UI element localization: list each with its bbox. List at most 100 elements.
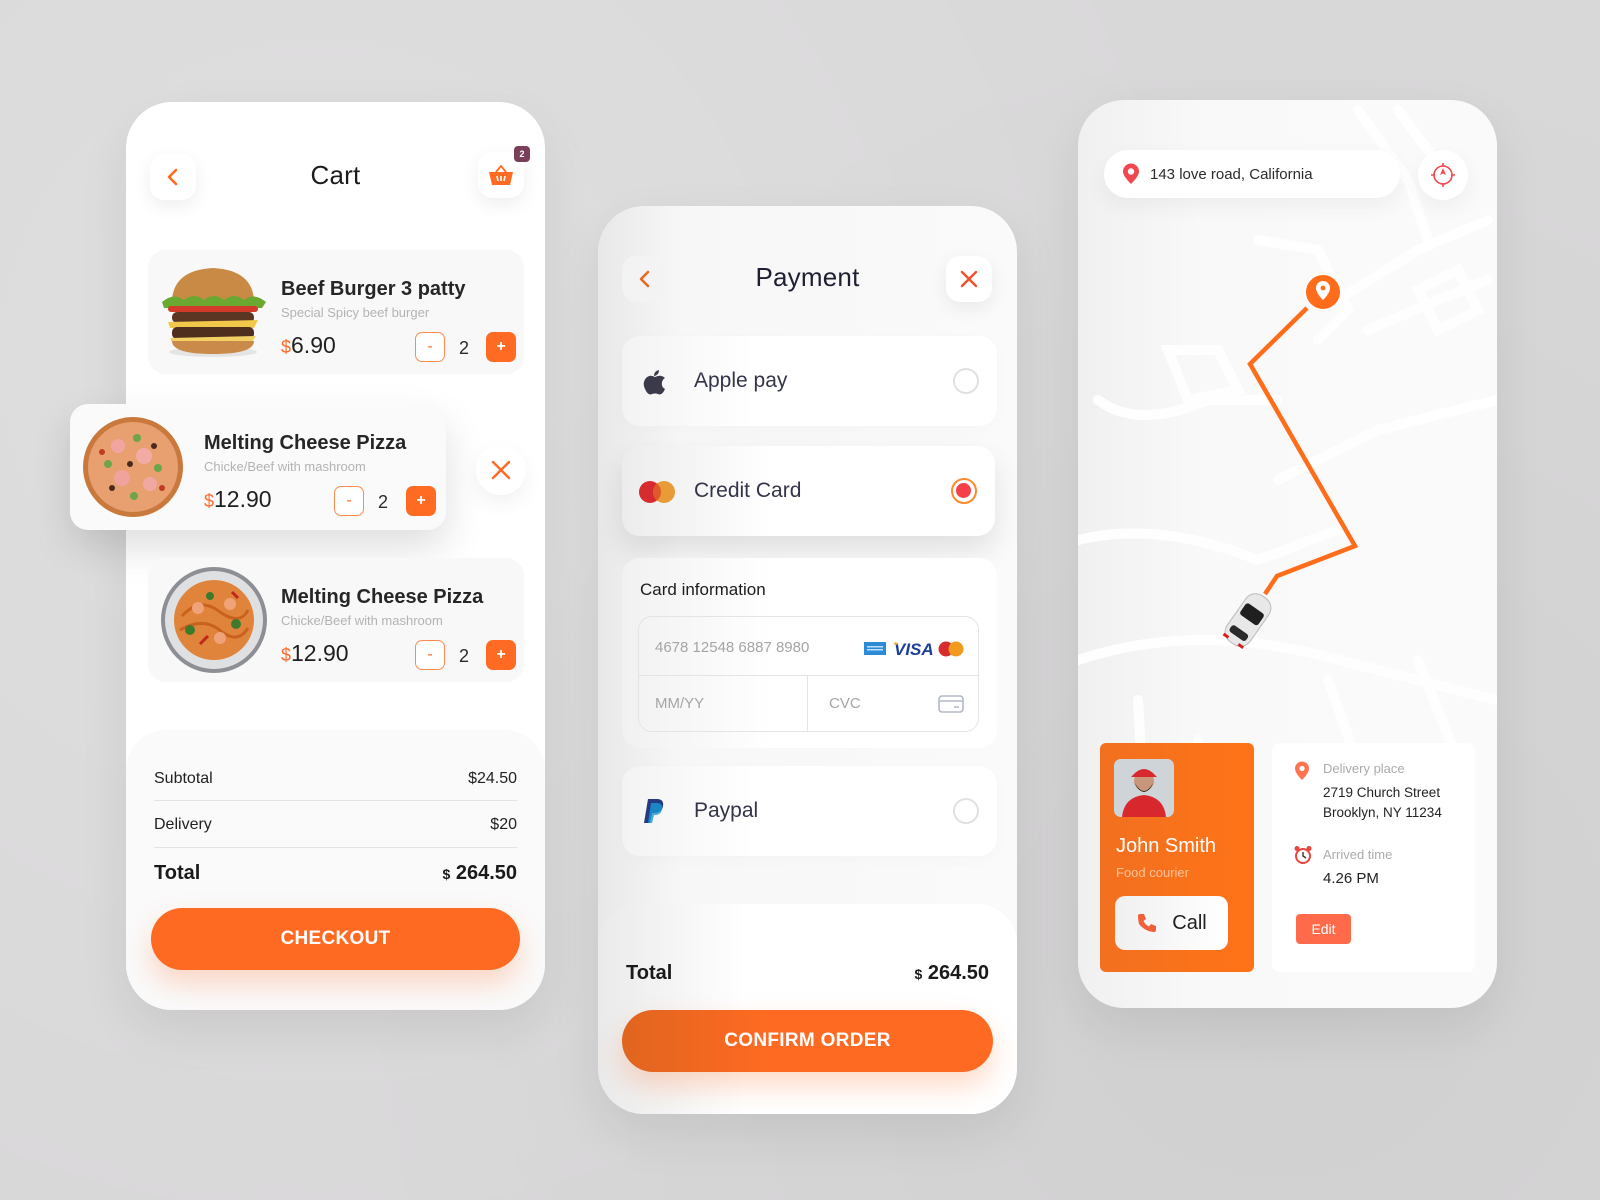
increase-quantity-button[interactable]: +	[486, 332, 516, 362]
cart-item[interactable]: Melting Cheese Pizza Chicke/Beef with ma…	[148, 558, 524, 682]
locate-me-button[interactable]	[1418, 150, 1468, 200]
total-row: Total $ 264.50	[626, 962, 989, 985]
payment-option-credit-card[interactable]: Credit Card	[622, 446, 995, 536]
phone-icon	[1138, 914, 1157, 932]
delivery-info-card: Delivery place 2719 Church Street Brookl…	[1272, 743, 1475, 972]
radio-unselected[interactable]	[953, 798, 979, 824]
burger-image	[162, 268, 266, 357]
order-tracking-screen: 143 love road, California John Smith Foo…	[1078, 100, 1497, 1008]
payment-screen: Payment Apple pay Credit Card Card infor…	[598, 206, 1017, 1114]
divider	[154, 800, 517, 801]
location-pin-icon	[1123, 163, 1139, 184]
address-text: 143 love road, California	[1150, 165, 1313, 183]
total-currency: $	[914, 966, 923, 982]
payment-option-label: Paypal	[694, 799, 759, 822]
increase-quantity-button[interactable]: +	[486, 640, 516, 670]
card-form: 4678 12548 6887 8980 VISA MM/YY CVC	[638, 616, 979, 732]
item-description: Chicke/Beef with mashroom	[204, 459, 366, 474]
close-icon	[960, 270, 978, 288]
decrease-quantity-button[interactable]: -	[334, 486, 364, 516]
subtotal-row: Subtotal $24.50	[154, 770, 517, 788]
payment-option-paypal[interactable]: Paypal	[622, 766, 997, 856]
destination-pin-icon	[1304, 273, 1342, 311]
radio-unselected[interactable]	[953, 368, 979, 394]
payment-summary: Total $ 264.50 CONFIRM ORDER	[598, 904, 1017, 1114]
arrived-time-value: 4.26 PM	[1323, 870, 1379, 887]
total-amount: 264.50	[455, 862, 517, 884]
divider	[154, 847, 517, 848]
payment-option-label: Credit Card	[694, 479, 802, 502]
quantity-value: 2	[458, 646, 469, 666]
cvc-input[interactable]: CVC	[829, 695, 861, 712]
delivery-value: $20	[490, 816, 517, 833]
subtotal-value: $24.50	[468, 770, 517, 787]
cart-screen: Cart 2 Beef Burger 3 patty Special Spicy…	[70, 102, 545, 1010]
item-description: Special Spicy beef burger	[281, 305, 430, 320]
total-label: Total	[154, 862, 201, 884]
paypal-icon	[644, 799, 664, 823]
remove-item-button[interactable]	[476, 445, 526, 495]
currency-symbol: $	[281, 645, 292, 665]
arrived-time-label: Arrived time	[1323, 847, 1393, 862]
item-price: $12.90	[281, 640, 349, 667]
radio-selected[interactable]	[951, 478, 977, 504]
divider	[807, 675, 808, 731]
quantity-value: 2	[377, 492, 388, 512]
price-value: 6.90	[291, 332, 336, 358]
pasta-image	[161, 567, 267, 673]
card-brands-icons: VISA	[864, 640, 964, 657]
alarm-clock-icon	[1294, 846, 1312, 864]
price-value: 12.90	[214, 486, 272, 512]
order-summary: Subtotal $24.50 Delivery $20 Total $ 264…	[126, 730, 545, 1010]
delivery-label: Delivery	[154, 816, 212, 833]
price-value: 12.90	[291, 640, 349, 666]
delivery-row: Delivery $20	[154, 816, 517, 834]
mastercard-icon	[639, 481, 675, 503]
apple-icon	[643, 370, 665, 395]
edit-button[interactable]: Edit	[1296, 914, 1351, 944]
delivery-address-line2: Brooklyn, NY 11234	[1323, 805, 1442, 820]
call-courier-button[interactable]: Call	[1115, 896, 1228, 950]
courier-card: John Smith Food courier Call	[1100, 743, 1254, 972]
basket-icon	[489, 164, 513, 185]
location-pin-icon	[1295, 761, 1309, 780]
quantity-value: 2	[458, 338, 469, 358]
total-value: $ 264.50	[442, 862, 517, 885]
delivery-address-line1: 2719 Church Street	[1323, 785, 1441, 800]
courier-avatar	[1114, 759, 1174, 817]
amex-icon	[864, 642, 886, 655]
cart-count-badge: 2	[514, 146, 530, 162]
total-amount: 264.50	[927, 962, 989, 984]
decrease-quantity-button[interactable]: -	[415, 640, 445, 670]
courier-photo-image	[1114, 759, 1174, 817]
basket-button[interactable]: 2	[478, 146, 530, 198]
courier-role: Food courier	[1116, 865, 1189, 880]
card-information-section: Card information 4678 12548 6887 8980 VI…	[622, 558, 997, 748]
checkout-button[interactable]: CHECKOUT	[151, 908, 520, 970]
currency-symbol: $	[281, 337, 292, 357]
cart-item[interactable]: Beef Burger 3 patty Special Spicy beef b…	[148, 250, 524, 374]
visa-icon: VISA	[894, 640, 934, 657]
payment-option-label: Apple pay	[694, 369, 788, 392]
item-price: $12.90	[204, 486, 272, 513]
decrease-quantity-button[interactable]: -	[415, 332, 445, 362]
total-currency: $	[442, 866, 451, 882]
crosshair-icon	[1431, 163, 1455, 187]
increase-quantity-button[interactable]: +	[406, 486, 436, 516]
payment-option-apple-pay[interactable]: Apple pay	[622, 336, 997, 426]
card-number-input[interactable]: 4678 12548 6887 8980	[655, 639, 809, 656]
courier-name: John Smith	[1116, 835, 1217, 857]
close-button[interactable]	[946, 256, 992, 302]
total-row: Total $ 264.50	[154, 862, 517, 885]
delivery-address-bar[interactable]: 143 love road, California	[1104, 150, 1400, 198]
close-icon	[491, 460, 511, 480]
currency-symbol: $	[204, 491, 215, 511]
card-icon	[938, 695, 964, 713]
expiry-input[interactable]: MM/YY	[655, 695, 704, 712]
pizza-image	[83, 417, 183, 517]
cart-item-swiped[interactable]: Melting Cheese Pizza Chicke/Beef with ma…	[70, 404, 446, 530]
total-label: Total	[626, 962, 673, 984]
item-price: $6.90	[281, 332, 336, 359]
divider	[639, 675, 978, 676]
confirm-order-button[interactable]: CONFIRM ORDER	[622, 1010, 993, 1072]
